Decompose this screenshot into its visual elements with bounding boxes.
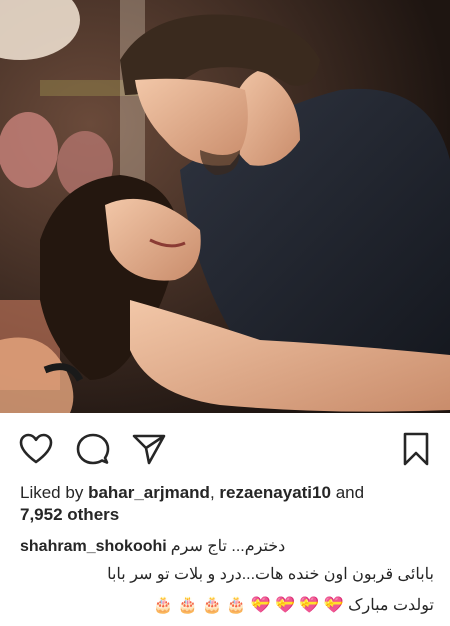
likes-and: and — [335, 483, 365, 502]
likes-prefix: Liked by — [20, 483, 84, 502]
caption-username[interactable]: shahram_shokoohi — [20, 538, 167, 555]
caption-first-line: shahram_shokoohi دخترم... تاج سرم — [20, 537, 440, 557]
comment-icon[interactable] — [76, 432, 110, 466]
likes-summary: Liked by bahar_arjmand, rezaenayati10 an… — [20, 483, 365, 524]
send-icon[interactable] — [132, 432, 166, 466]
caption-text-3: تولدت مبارک — [348, 597, 434, 614]
post-photo-illustration — [0, 0, 450, 413]
post-photo[interactable] — [0, 0, 450, 413]
caption-emojis: 🎂 🎂 🎂 🎂 💝 💝 💝 💝 — [153, 597, 344, 614]
caption-text-2: بابائی قربون اون خنده هات...درد و بلات ت… — [107, 566, 434, 583]
liker-link-2[interactable]: rezaenayati10 — [219, 483, 331, 502]
heart-icon[interactable] — [19, 432, 53, 466]
post-action-bar — [0, 413, 450, 483]
caption-text-1: دخترم... تاج سرم — [170, 538, 286, 555]
bookmark-icon[interactable] — [399, 432, 433, 466]
liker-link-1[interactable]: bahar_arjmand — [88, 483, 210, 502]
others-count-link[interactable]: 7,952 others — [20, 505, 119, 524]
caption-third-line: تولدت مبارک 🎂 🎂 🎂 🎂 💝 💝 💝 💝 — [14, 596, 434, 616]
